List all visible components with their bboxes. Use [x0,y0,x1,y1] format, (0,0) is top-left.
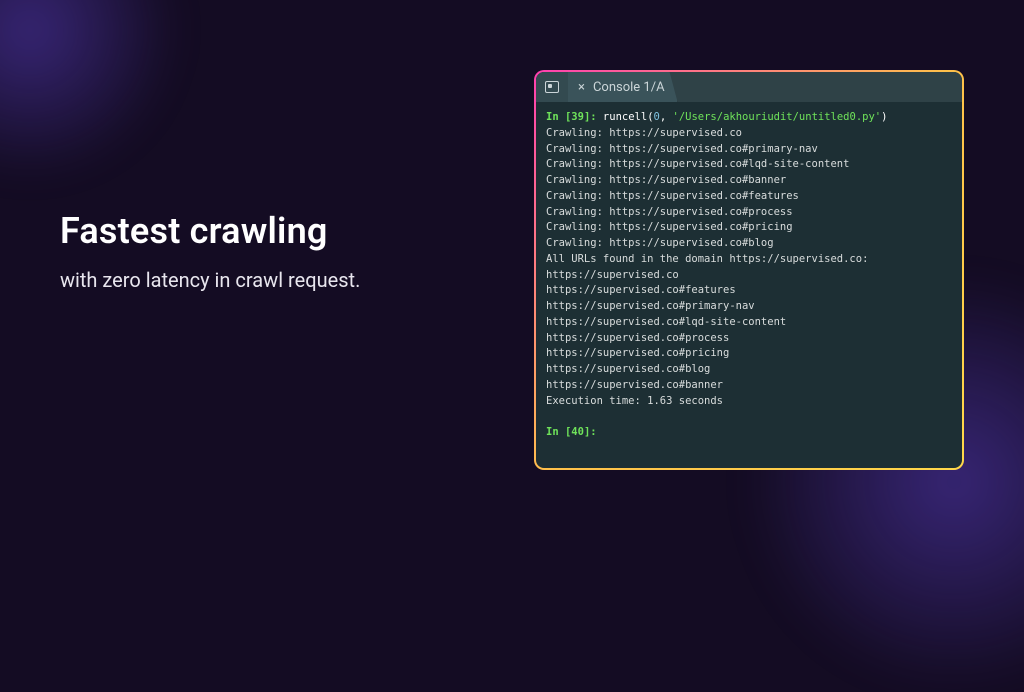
close-icon[interactable]: × [578,81,585,94]
console-line: Crawling: https://supervised.co#lqd-site… [546,158,849,170]
console-line: https://supervised.co#blog [546,363,710,375]
background-glow-top-left [0,0,180,180]
console-line: Crawling: https://supervised.co#pricing [546,221,793,233]
input-prompt-39: In [39]: [546,111,603,123]
console-line: Execution time: 1.63 seconds [546,395,723,407]
panel-layout-icon [545,81,559,93]
subheadline: with zero latency in crawl request. [60,268,360,292]
headline: Fastest crawling [60,210,360,252]
console-line: https://supervised.co#process [546,332,729,344]
console-line: https://supervised.co#lqd-site-content [546,316,786,328]
marketing-copy: Fastest crawling with zero latency in cr… [60,210,360,292]
console-tab-label: Console 1/A [593,80,665,95]
runcell-call: runcell(0, '/Users/akhouriudit/untitled0… [603,111,888,123]
console-line: Crawling: https://supervised.co#banner [546,174,786,186]
console-line: https://supervised.co#primary-nav [546,300,755,312]
panel-layout-button[interactable] [536,72,568,102]
console-line: https://supervised.co [546,269,679,281]
console-line: Crawling: https://supervised.co#features [546,190,799,202]
console-line: Crawling: https://supervised.co#primary-… [546,143,818,155]
console-line: https://supervised.co#features [546,284,736,296]
console-output: In [39]: runcell(0, '/Users/akhouriudit/… [536,102,962,468]
console-line: Crawling: https://supervised.co#process [546,206,793,218]
console-line: Crawling: https://supervised.co#blog [546,237,774,249]
terminal-titlebar: × Console 1/A [536,72,962,102]
console-line: https://supervised.co#banner [546,379,723,391]
input-prompt-40: In [40]: [546,426,603,438]
console-line: Crawling: https://supervised.co [546,127,742,139]
console-line: https://supervised.co#pricing [546,347,729,359]
console-tab[interactable]: × Console 1/A [568,72,678,102]
console-line: All URLs found in the domain https://sup… [546,253,868,265]
terminal-window: × Console 1/A In [39]: runcell(0, '/User… [534,70,964,470]
